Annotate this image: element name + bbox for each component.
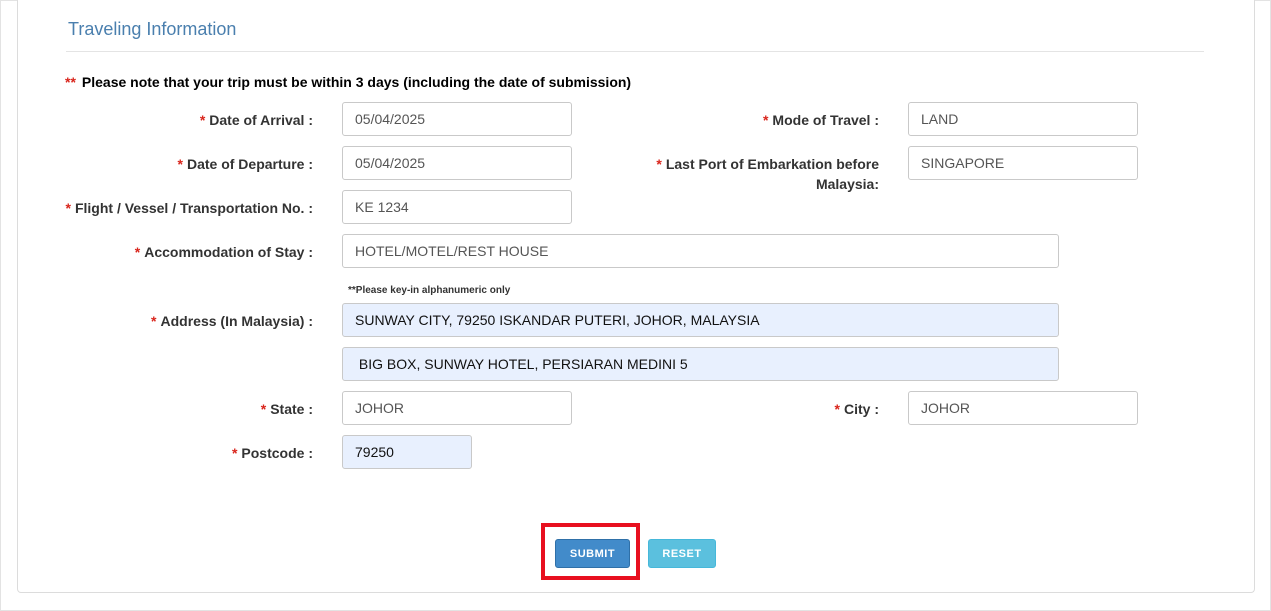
trip-note: ** Please note that your trip must be wit… bbox=[65, 74, 631, 90]
postcode-input[interactable]: 79250 bbox=[342, 435, 472, 469]
last-port-input[interactable]: SINGAPORE bbox=[908, 146, 1138, 180]
section-title: Traveling Information bbox=[68, 19, 237, 39]
alphanumeric-hint: **Please key-in alphanumeric only bbox=[348, 285, 511, 296]
flight-vessel-label: * Flight / Vessel / Transportation No. : bbox=[65, 200, 314, 216]
title-divider bbox=[66, 51, 1204, 52]
last-port-label: * Last Port of Embarkation before Malaysi… bbox=[656, 156, 879, 192]
address-line1-input[interactable]: SUNWAY CITY, 79250 ISKANDAR PUTERI, JOHO… bbox=[342, 303, 1059, 337]
state-input[interactable]: JOHOR bbox=[342, 391, 572, 425]
note-stars: ** bbox=[65, 74, 76, 90]
submit-button[interactable]: SUBMIT bbox=[555, 539, 630, 568]
postcode-label: * Postcode : bbox=[231, 445, 313, 461]
address-label: * Address (In Malaysia) : bbox=[151, 313, 313, 329]
accommodation-label: * Accommodation of Stay : bbox=[134, 244, 313, 260]
flight-vessel-input[interactable]: KE 1234 bbox=[342, 190, 572, 224]
mode-of-travel-input[interactable]: LAND bbox=[908, 102, 1138, 136]
reset-button[interactable]: RESET bbox=[648, 539, 716, 568]
date-of-arrival-input[interactable]: 05/04/2025 bbox=[342, 102, 572, 136]
date-of-departure-input[interactable]: 05/04/2025 bbox=[342, 146, 572, 180]
accommodation-select[interactable]: HOTEL/MOTEL/REST HOUSE bbox=[342, 234, 1059, 268]
city-label: * City : bbox=[834, 401, 879, 417]
note-text: Please note that your trip must be withi… bbox=[81, 74, 632, 90]
date-of-departure-label: * Date of Departure : bbox=[177, 156, 313, 172]
date-of-arrival-label: * Date of Arrival : bbox=[199, 112, 313, 128]
city-input[interactable]: JOHOR bbox=[908, 391, 1138, 425]
state-label: * State : bbox=[260, 401, 313, 417]
address-line2-input[interactable]: BIG BOX, SUNWAY HOTEL, PERSIARAN MEDINI … bbox=[342, 347, 1059, 381]
mode-of-travel-label: * Mode of Travel : bbox=[762, 112, 879, 128]
